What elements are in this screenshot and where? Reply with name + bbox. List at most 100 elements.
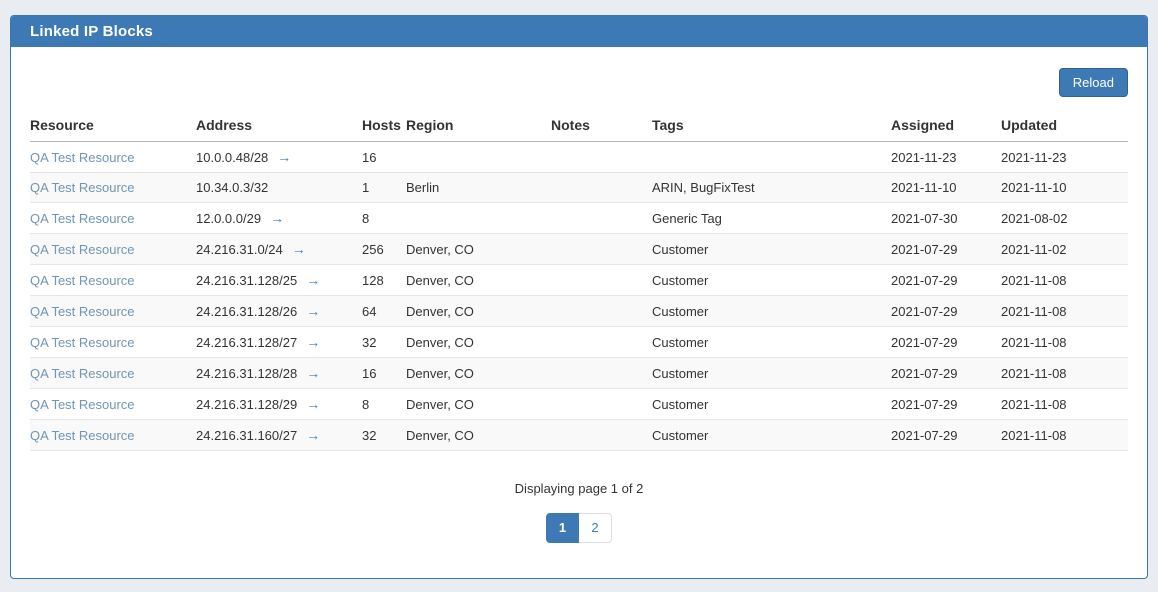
hosts-cell: 32 — [362, 420, 406, 451]
linked-ip-blocks-panel: Linked IP Blocks Reload ResourceAddressH… — [10, 15, 1148, 579]
address-cell: 24.216.31.128/25 → — [196, 265, 362, 296]
arrow-right-icon[interactable]: → — [270, 210, 284, 226]
arrow-right-icon[interactable]: → — [306, 396, 320, 412]
resource-link[interactable]: QA Test Resource — [30, 428, 135, 443]
updated-cell: 2021-08-02 — [1001, 203, 1128, 234]
table-row: QA Test Resource10.34.0.3/321BerlinARIN,… — [30, 173, 1128, 203]
pagination: 12 — [30, 513, 1128, 543]
resource-link[interactable]: QA Test Resource — [30, 366, 135, 381]
tags-cell: Customer — [652, 389, 891, 420]
region-cell — [406, 142, 551, 173]
notes-cell — [551, 327, 652, 358]
table-row: QA Test Resource10.0.0.48/28→162021-11-2… — [30, 142, 1128, 173]
page-1-button[interactable]: 1 — [546, 513, 579, 543]
arrow-right-icon[interactable]: → — [306, 427, 320, 443]
updated-cell: 2021-11-08 — [1001, 327, 1128, 358]
assigned-cell: 2021-07-29 — [891, 358, 1001, 389]
region-cell: Berlin — [406, 173, 551, 203]
tags-cell: Customer — [652, 420, 891, 451]
assigned-cell: 2021-11-23 — [891, 142, 1001, 173]
tags-cell: Generic Tag — [652, 203, 891, 234]
address-text: 24.216.31.128/28 — [196, 366, 297, 381]
address-cell: 24.216.31.128/26→ — [196, 296, 362, 327]
updated-cell: 2021-11-08 — [1001, 420, 1128, 451]
column-header-hosts: Hosts — [362, 109, 406, 142]
updated-cell: 2021-11-08 — [1001, 389, 1128, 420]
arrow-right-icon[interactable]: → — [306, 272, 320, 288]
updated-cell: 2021-11-08 — [1001, 296, 1128, 327]
resource-cell: QA Test Resource — [30, 389, 196, 420]
resource-link[interactable]: QA Test Resource — [30, 180, 135, 195]
hosts-cell: 8 — [362, 203, 406, 234]
table-row: QA Test Resource24.216.31.128/27→32Denve… — [30, 327, 1128, 358]
column-header-assigned: Assigned — [891, 109, 1001, 142]
region-cell: Denver, CO — [406, 358, 551, 389]
resource-cell: QA Test Resource — [30, 203, 196, 234]
table-row: QA Test Resource12.0.0.0/29→8Generic Tag… — [30, 203, 1128, 234]
address-cell: 24.216.31.128/27 → — [196, 327, 362, 358]
resource-link[interactable]: QA Test Resource — [30, 150, 135, 165]
address-cell: 24.216.31.128/29→ — [196, 389, 362, 420]
hosts-cell: 8 — [362, 389, 406, 420]
hosts-cell: 256 — [362, 234, 406, 265]
resource-cell: QA Test Resource — [30, 296, 196, 327]
address-text: 10.34.0.3/32 — [196, 180, 268, 195]
region-cell: Denver, CO — [406, 389, 551, 420]
assigned-cell: 2021-07-29 — [891, 389, 1001, 420]
page-2-button[interactable]: 2 — [579, 513, 612, 543]
tags-cell — [652, 142, 891, 173]
resource-cell: QA Test Resource — [30, 173, 196, 203]
table-row: QA Test Resource 24.216.31.128/29→8Denver… — [30, 389, 1128, 420]
resource-cell: QA Test Resource — [30, 420, 196, 451]
address-text: 24.216.31.128/27 — [196, 335, 297, 350]
notes-cell — [551, 142, 652, 173]
resource-cell: QA Test Resource — [30, 234, 196, 265]
updated-cell: 2021-11-23 — [1001, 142, 1128, 173]
updated-cell: 2021-11-10 — [1001, 173, 1128, 203]
resource-cell: QA Test Resource — [30, 327, 196, 358]
address-cell: 10.34.0.3/32 — [196, 173, 362, 203]
assigned-cell: 2021-07-30 — [891, 203, 1001, 234]
assigned-cell: 2021-07-29 — [891, 327, 1001, 358]
arrow-right-icon[interactable]: → — [306, 334, 320, 350]
address-cell: 24.216.31.128/28 → — [196, 358, 362, 389]
hosts-cell: 64 — [362, 296, 406, 327]
assigned-cell: 2021-07-29 — [891, 234, 1001, 265]
address-text: 24.216.31.160/27 — [196, 428, 297, 443]
resource-link[interactable]: QA Test Resource — [30, 397, 135, 412]
address-cell: 24.216.31.0/24→ — [196, 234, 362, 265]
updated-cell: 2021-11-08 — [1001, 265, 1128, 296]
column-header-updated: Updated — [1001, 109, 1128, 142]
hosts-cell: 16 — [362, 142, 406, 173]
address-text: 24.216.31.128/25 — [196, 273, 297, 288]
arrow-right-icon[interactable]: → — [292, 241, 306, 257]
reload-button[interactable]: Reload — [1059, 68, 1128, 97]
updated-cell: 2021-11-08 — [1001, 358, 1128, 389]
resource-link[interactable]: QA Test Resource — [30, 242, 135, 257]
resource-link[interactable]: QA Test Resource — [30, 211, 135, 226]
notes-cell — [551, 296, 652, 327]
tags-cell: Customer — [652, 327, 891, 358]
column-header-resource: Resource — [30, 109, 196, 142]
resource-link[interactable]: QA Test Resource — [30, 335, 135, 350]
notes-cell — [551, 358, 652, 389]
table-row: QA Test Resource24.216.31.160/27→32Denve… — [30, 420, 1128, 451]
resource-cell: QA Test Resource — [30, 358, 196, 389]
assigned-cell: 2021-07-29 — [891, 265, 1001, 296]
ip-blocks-table: ResourceAddressHostsRegionNotesTagsAssig… — [30, 109, 1128, 451]
arrow-right-icon[interactable]: → — [277, 149, 291, 165]
arrow-right-icon[interactable]: → — [306, 365, 320, 381]
resource-cell: QA Test Resource — [30, 142, 196, 173]
resource-cell: QA Test Resource — [30, 265, 196, 296]
hosts-cell: 128 — [362, 265, 406, 296]
panel-body: Reload ResourceAddressHostsRegionNotesTa… — [11, 68, 1147, 543]
notes-cell — [551, 420, 652, 451]
resource-link[interactable]: QA Test Resource — [30, 304, 135, 319]
column-header-region: Region — [406, 109, 551, 142]
region-cell: Denver, CO — [406, 234, 551, 265]
resource-link[interactable]: QA Test Resource — [30, 273, 135, 288]
table-row: QA Test Resource24.216.31.128/25→128Denv… — [30, 265, 1128, 296]
notes-cell — [551, 265, 652, 296]
arrow-right-icon[interactable]: → — [306, 303, 320, 319]
tags-cell: ARIN, BugFixTest — [652, 173, 891, 203]
